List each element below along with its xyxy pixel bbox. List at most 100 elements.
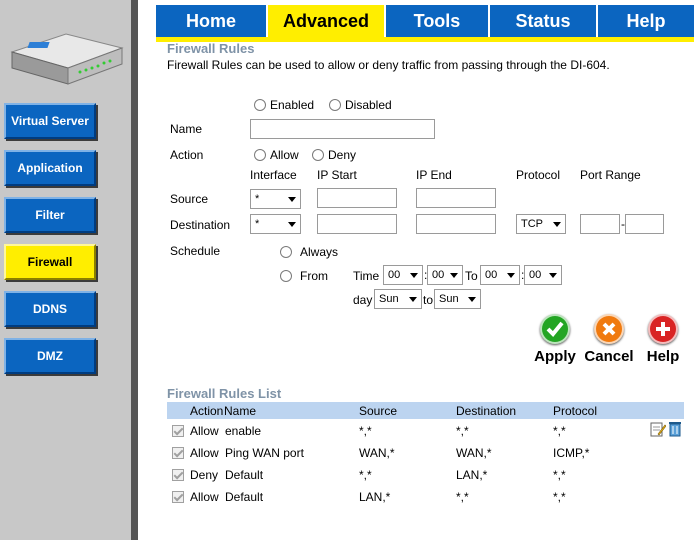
col-ip-start: IP Start	[317, 168, 357, 182]
row-name: enable	[225, 424, 262, 438]
disabled-label: Disabled	[345, 98, 392, 112]
row-protocol: ICMP,*	[553, 446, 590, 460]
source-label: Source	[170, 192, 209, 206]
day-from-select[interactable]: Sun	[374, 289, 422, 309]
sidebar-item-application[interactable]: Application	[4, 150, 96, 186]
sidebar-item-filter[interactable]: Filter	[4, 197, 96, 233]
tab-status[interactable]: Status	[488, 5, 596, 37]
check-icon	[540, 314, 570, 344]
port-range-start-input[interactable]	[580, 214, 620, 234]
row-action: Allow	[190, 490, 219, 504]
name-input[interactable]	[250, 119, 435, 139]
tab-help[interactable]: Help	[596, 5, 694, 37]
panel-gap	[138, 0, 156, 540]
row-name: Default	[225, 468, 264, 482]
sidebar-item-ddns[interactable]: DDNS	[4, 291, 96, 327]
always-label: Always	[300, 245, 339, 259]
radio-circle[interactable]	[312, 149, 324, 161]
apply-label: Apply	[534, 348, 576, 365]
header-name: Name	[224, 404, 257, 418]
port-range-end-input[interactable]	[625, 214, 664, 234]
help-button[interactable]: Help	[635, 314, 691, 370]
schedule-label: Schedule	[170, 244, 221, 258]
tab-advanced[interactable]: Advanced	[266, 5, 384, 37]
disabled-radio[interactable]: Disabled	[329, 98, 392, 112]
row-enabled-checkbox[interactable]	[172, 491, 184, 503]
col-port-range: Port Range	[580, 168, 641, 182]
chevron-down-icon	[410, 273, 418, 278]
row-protocol: *,*	[553, 490, 566, 504]
time-from-min-select[interactable]: 00	[427, 265, 463, 285]
row-protocol: *,*	[553, 468, 566, 482]
chevron-down-icon	[468, 297, 476, 302]
sidebar-item-virtual-server[interactable]: Virtual Server	[4, 103, 96, 139]
dest-protocol-select[interactable]: TCP	[516, 214, 566, 234]
allow-label: Allow	[270, 148, 299, 162]
chevron-down-icon	[553, 222, 561, 227]
radio-circle[interactable]	[280, 246, 292, 258]
trash-icon[interactable]	[668, 421, 682, 437]
row-enabled-checkbox[interactable]	[172, 469, 184, 481]
edit-icon[interactable]	[650, 421, 666, 437]
row-destination: *,*	[456, 490, 469, 504]
always-radio[interactable]: Always	[280, 245, 338, 259]
name-label: Name	[170, 122, 203, 136]
row-source: *,*	[359, 468, 372, 482]
cancel-label: Cancel	[584, 348, 634, 365]
sidebar-item-firewall[interactable]: Firewall	[4, 244, 96, 280]
row-destination: *,*	[456, 424, 469, 438]
row-destination: LAN,*	[456, 468, 488, 482]
enabled-label: Enabled	[270, 98, 315, 112]
row-action: Allow	[190, 446, 219, 460]
allow-radio[interactable]: Allow	[254, 148, 299, 162]
time-from-hour-select[interactable]: 00	[383, 265, 423, 285]
row-source: WAN,*	[359, 446, 395, 460]
day-to-select[interactable]: Sun	[434, 289, 481, 309]
x-icon	[594, 314, 624, 344]
header-protocol: Protocol	[553, 404, 598, 418]
chevron-down-icon	[507, 273, 515, 278]
chevron-down-icon	[549, 273, 557, 278]
radio-circle[interactable]	[254, 149, 266, 161]
col-protocol: Protocol	[516, 168, 561, 182]
dest-ip-start-input[interactable]	[317, 214, 397, 234]
sidebar-item-dmz[interactable]: DMZ	[4, 338, 96, 374]
select-value: 00	[485, 269, 498, 281]
row-name: Default	[225, 490, 264, 504]
select-value: 00	[432, 269, 445, 281]
select-value: *	[255, 193, 260, 205]
apply-button[interactable]: Apply	[527, 314, 583, 370]
select-value: 00	[388, 269, 401, 281]
col-interface: Interface	[250, 168, 297, 182]
row-enabled-checkbox[interactable]	[172, 447, 184, 459]
chevron-down-icon	[409, 297, 417, 302]
select-value: Sun	[439, 293, 459, 305]
row-enabled-checkbox[interactable]	[172, 425, 184, 437]
day-label: day	[353, 293, 373, 307]
enabled-radio[interactable]: Enabled	[254, 98, 314, 112]
chevron-down-icon	[450, 273, 458, 278]
day-to-label: to	[423, 293, 434, 307]
panel-divider	[131, 0, 138, 540]
from-radio[interactable]: From	[280, 269, 328, 283]
source-ip-end-input[interactable]	[416, 188, 496, 208]
dest-ip-end-input[interactable]	[416, 214, 496, 234]
destination-interface-select[interactable]: *	[250, 214, 301, 234]
radio-circle[interactable]	[280, 270, 292, 282]
top-tabs: Home Advanced Tools Status Help	[156, 5, 694, 37]
time-to-hour-select[interactable]: 00	[480, 265, 520, 285]
help-label: Help	[646, 348, 680, 365]
cancel-button[interactable]: Cancel	[581, 314, 637, 370]
tab-home[interactable]: Home	[156, 5, 266, 37]
rules-description: Firewall Rules can be used to allow or d…	[167, 58, 610, 72]
radio-circle[interactable]	[329, 99, 341, 111]
deny-radio[interactable]: Deny	[312, 148, 356, 162]
section-title-firewall-rules: Firewall Rules	[167, 41, 255, 56]
row-action: Deny	[190, 468, 219, 482]
tab-tools[interactable]: Tools	[384, 5, 488, 37]
radio-circle[interactable]	[254, 99, 266, 111]
source-ip-start-input[interactable]	[317, 188, 397, 208]
chevron-down-icon	[288, 222, 296, 227]
time-to-min-select[interactable]: 00	[524, 265, 562, 285]
source-interface-select[interactable]: *	[250, 189, 301, 209]
